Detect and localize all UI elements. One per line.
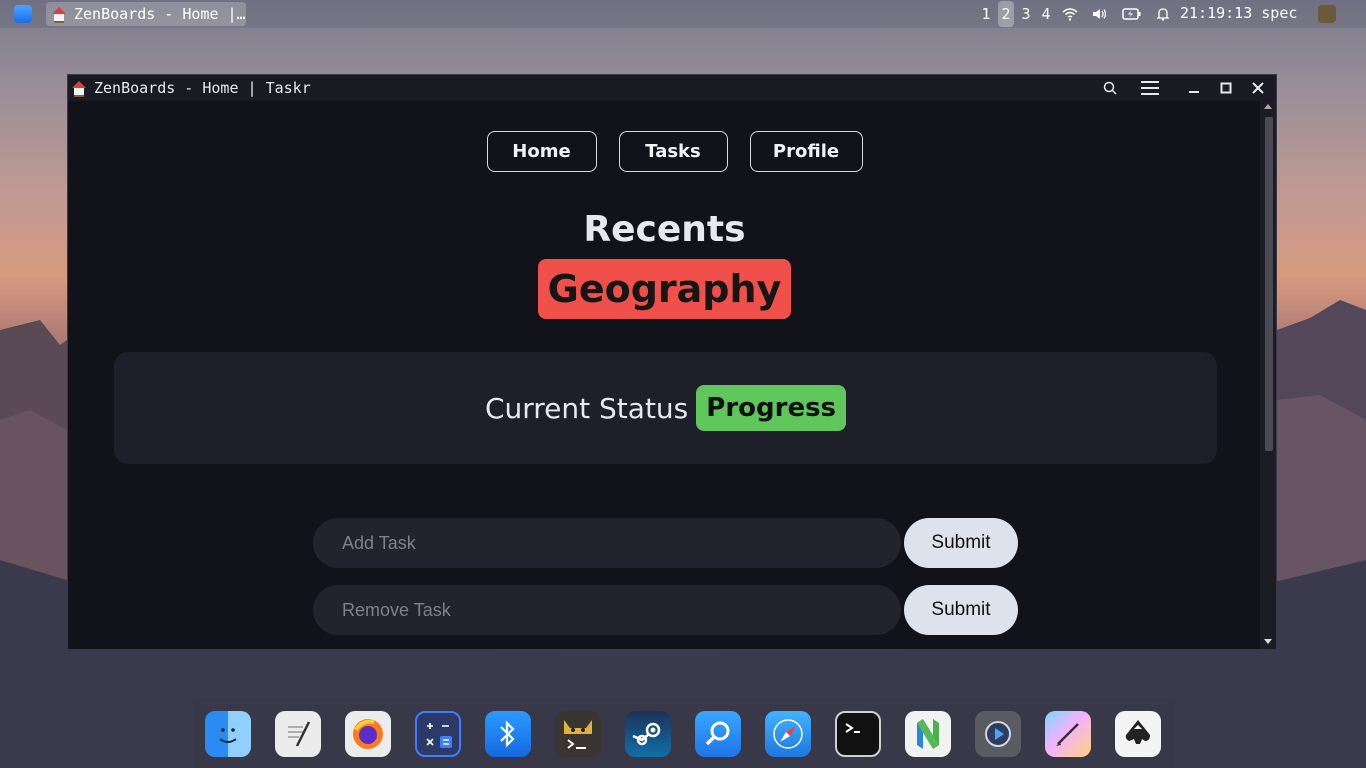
clock-time: 21:19:13 bbox=[1180, 4, 1253, 22]
user-avatar-icon[interactable] bbox=[1318, 5, 1336, 23]
remove-task-form: Remove Task Submit bbox=[313, 585, 1019, 635]
inkscape-icon[interactable] bbox=[1115, 710, 1161, 757]
safari-icon[interactable] bbox=[765, 710, 811, 757]
system-tray bbox=[1062, 4, 1170, 24]
scroll-thumb[interactable] bbox=[1265, 117, 1273, 451]
nav-home-button[interactable]: Home bbox=[486, 131, 597, 172]
add-task-form: Add Task Submit bbox=[313, 518, 1019, 568]
workspace-4[interactable]: 4 bbox=[1038, 1, 1054, 27]
taskbar-window-button[interactable]: ZenBoards - Home |… bbox=[46, 2, 246, 26]
add-task-input[interactable]: Add Task bbox=[313, 518, 901, 568]
steam-icon[interactable] bbox=[625, 710, 671, 757]
search-app-icon[interactable] bbox=[695, 710, 741, 757]
nav-bar: Home Tasks Profile bbox=[68, 131, 1261, 172]
recent-board-wrap: Geography bbox=[68, 259, 1261, 319]
search-icon[interactable] bbox=[1098, 75, 1122, 101]
nav-tasks-button[interactable]: Tasks bbox=[618, 131, 728, 172]
finder-icon[interactable] bbox=[205, 710, 251, 757]
dock bbox=[193, 699, 1175, 768]
neovim-icon[interactable] bbox=[905, 710, 951, 757]
terminal-cat-icon[interactable] bbox=[555, 710, 601, 757]
text-editor-icon[interactable] bbox=[275, 710, 321, 757]
add-task-submit-button[interactable]: Submit bbox=[904, 518, 1018, 568]
maximize-icon[interactable] bbox=[1214, 75, 1238, 101]
clock[interactable]: 21:19:13 spec bbox=[1180, 4, 1297, 22]
menu-icon[interactable] bbox=[1138, 75, 1162, 101]
window-titlebar[interactable]: ZenBoards - Home | Taskr bbox=[68, 75, 1276, 101]
scroll-down-arrow-icon[interactable] bbox=[1264, 639, 1272, 644]
app-house-icon bbox=[72, 81, 86, 97]
recents-heading: Recents bbox=[583, 209, 746, 250]
bluetooth-icon[interactable] bbox=[485, 710, 531, 757]
drawing-app-icon[interactable] bbox=[1045, 710, 1091, 757]
calculator-icon[interactable] bbox=[415, 710, 461, 757]
battery-icon[interactable] bbox=[1122, 7, 1142, 21]
remove-task-submit-button[interactable]: Submit bbox=[904, 585, 1018, 635]
firefox-icon[interactable] bbox=[345, 710, 391, 757]
workspace-3[interactable]: 3 bbox=[1018, 1, 1034, 27]
window-title: ZenBoards - Home | Taskr bbox=[94, 79, 311, 97]
minimize-icon[interactable] bbox=[1182, 75, 1206, 101]
volume-icon[interactable] bbox=[1092, 7, 1108, 21]
status-label: Current Status bbox=[484, 391, 689, 425]
recent-board-badge[interactable]: Geography bbox=[537, 259, 792, 319]
top-bar: ZenBoards - Home |… 1 2 3 4 21:19:13 spe… bbox=[0, 0, 1366, 28]
status-card: Current Status Progress bbox=[114, 352, 1217, 464]
workspace-switcher: 1 2 3 4 bbox=[978, 1, 1054, 27]
terminal-icon[interactable] bbox=[835, 710, 881, 757]
search-launcher-icon[interactable] bbox=[14, 5, 32, 23]
status-badge: Progress bbox=[696, 385, 847, 431]
remove-task-input[interactable]: Remove Task bbox=[313, 585, 901, 635]
nav-profile-button[interactable]: Profile bbox=[749, 131, 863, 172]
close-icon[interactable] bbox=[1246, 75, 1270, 101]
workspace-1[interactable]: 1 bbox=[978, 1, 994, 27]
wifi-icon[interactable] bbox=[1062, 7, 1078, 21]
taskbar-window-title: ZenBoards - Home |… bbox=[74, 5, 246, 23]
vertical-scrollbar[interactable] bbox=[1260, 101, 1276, 649]
app-house-icon bbox=[52, 7, 66, 23]
bell-icon[interactable] bbox=[1156, 7, 1170, 21]
page-content: Home Tasks Profile Recents Geography Cur… bbox=[68, 101, 1261, 649]
media-player-icon[interactable] bbox=[975, 710, 1021, 757]
browser-window: ZenBoards - Home | Taskr Home Tasks Prof… bbox=[67, 74, 1277, 649]
scroll-up-arrow-icon[interactable] bbox=[1264, 104, 1272, 109]
username: spec bbox=[1261, 4, 1298, 22]
workspace-2[interactable]: 2 bbox=[998, 1, 1014, 27]
